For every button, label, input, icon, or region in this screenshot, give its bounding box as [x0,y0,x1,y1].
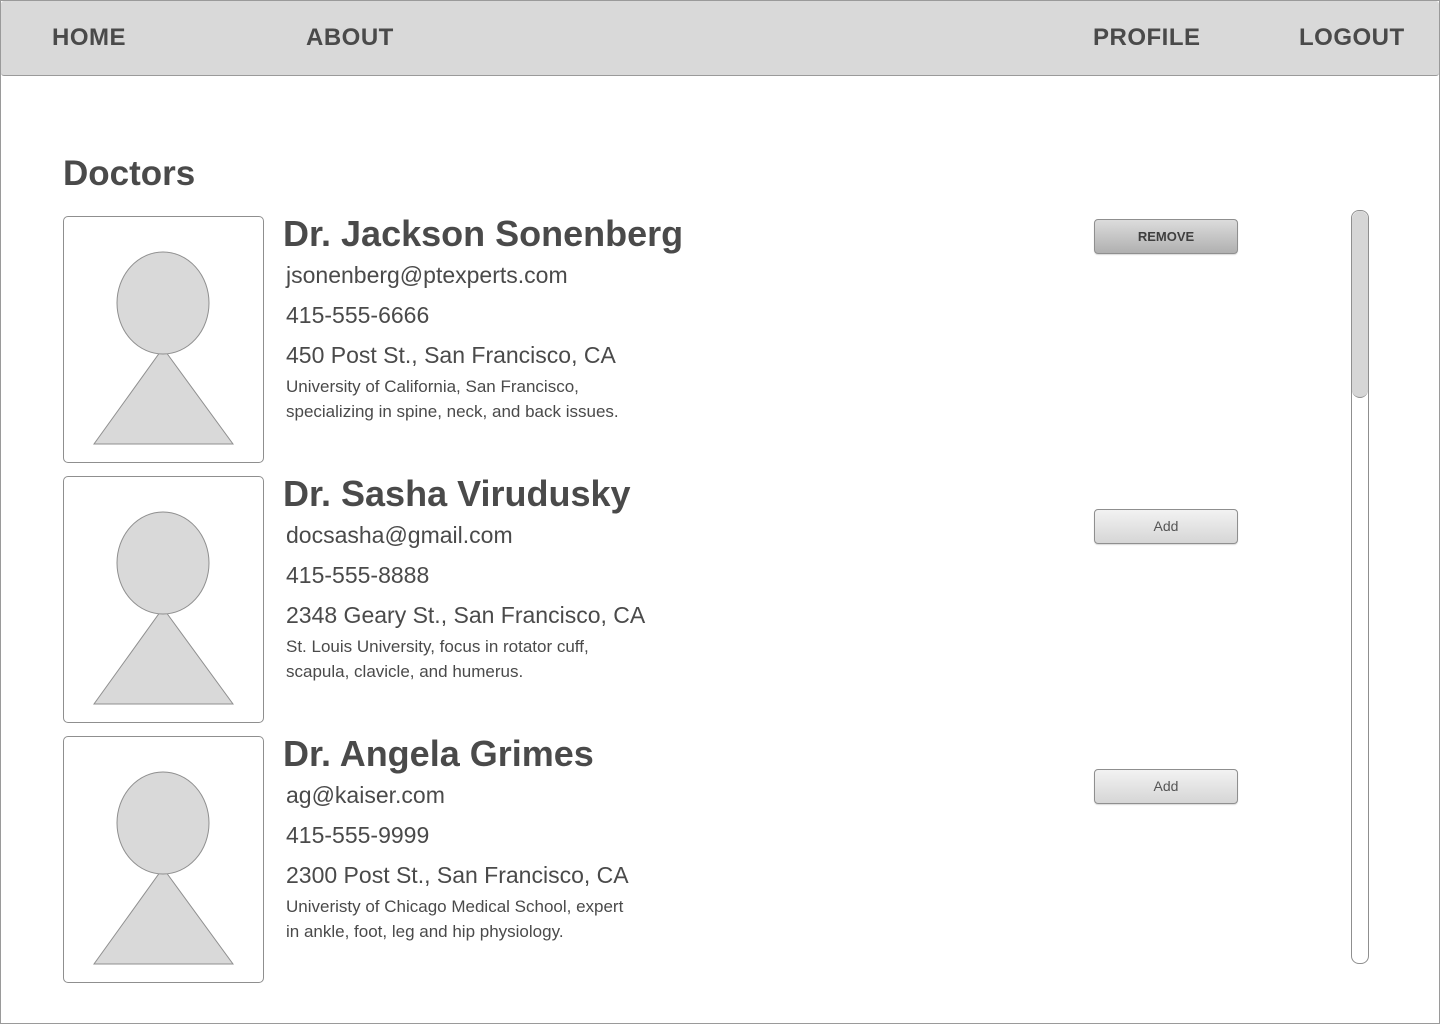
top-navbar: HOME ABOUT PROFILE LOGOUT [1,1,1439,76]
doctor-name: Dr. Jackson Sonenberg [283,213,684,254]
doctor-phone: 415-555-6666 [286,302,430,328]
person-placeholder-icon [93,251,234,445]
doctor-bio: St. Louis University, focus in rotator c… [286,637,589,681]
avatar [63,476,264,723]
remove-doctor-button[interactable]: REMOVE [1094,219,1238,254]
scrollbar-track[interactable] [1351,210,1369,964]
nav-about-link[interactable]: ABOUT [306,23,394,53]
doctor-email: ag@kaiser.com [286,782,445,808]
person-placeholder-icon [93,511,234,705]
avatar [63,216,264,463]
doctor-email: jsonenberg@ptexperts.com [286,262,568,288]
scrollbar-thumb[interactable] [1352,211,1368,398]
doctor-address: 2348 Geary St., San Francisco, CA [286,602,646,628]
doctor-email: docsasha@gmail.com [286,522,513,548]
page-title: Doctors [63,154,196,193]
add-doctor-button[interactable]: Add [1094,509,1238,544]
nav-home-link[interactable]: HOME [52,23,126,53]
doctor-phone: 415-555-9999 [286,822,430,848]
doctor-address: 2300 Post St., San Francisco, CA [286,862,629,888]
avatar [63,736,264,983]
nav-logout-link[interactable]: LOGOUT [1299,23,1405,53]
doctor-name: Dr. Sasha Virudusky [283,473,631,514]
doctor-address: 450 Post St., San Francisco, CA [286,342,616,368]
nav-profile-link[interactable]: PROFILE [1093,23,1201,53]
doctor-card: Dr. Jackson Sonenberg jsonenberg@ptexper… [63,213,1263,464]
add-doctor-button[interactable]: Add [1094,769,1238,804]
app-window: HOME ABOUT PROFILE LOGOUT Doctors Dr. Ja… [0,0,1440,1024]
doctor-phone: 415-555-8888 [286,562,430,588]
doctor-bio: Univeristy of Chicago Medical School, ex… [286,897,624,941]
doctor-card: Dr. Angela Grimes ag@kaiser.com 415-555-… [63,733,1263,984]
doctor-card: Dr. Sasha Virudusky docsasha@gmail.com 4… [63,473,1263,724]
doctor-name: Dr. Angela Grimes [283,733,594,774]
person-placeholder-icon [93,771,234,965]
doctor-bio: University of California, San Francisco,… [286,377,619,421]
